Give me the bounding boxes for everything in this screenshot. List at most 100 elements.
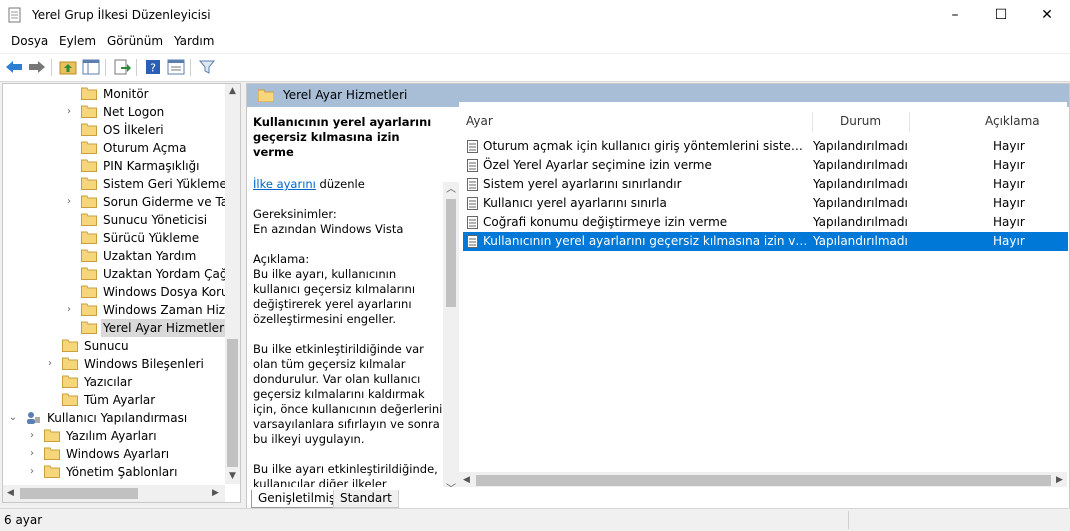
tree-item[interactable]: › Net Logon xyxy=(3,103,225,121)
chevron-right-icon[interactable]: › xyxy=(64,301,74,319)
tab-standard[interactable]: Standart xyxy=(333,490,399,508)
tree-item[interactable]: Sunucu Yöneticisi xyxy=(3,211,225,229)
chevron-right-icon[interactable]: › xyxy=(27,445,37,463)
tree-vertical-scrollbar[interactable]: ▲ ▼ xyxy=(225,84,240,484)
menu-action[interactable]: Eylem xyxy=(59,34,96,48)
folder-icon xyxy=(81,231,97,244)
tree-item[interactable]: › Yönetim Şablonları xyxy=(3,463,225,481)
policy-setting-icon xyxy=(467,235,478,248)
tree-item[interactable]: Uzaktan Yordam Çağrısı xyxy=(3,265,240,283)
policy-title: Kullanıcının yerel ayarlarını geçersiz k… xyxy=(253,115,432,159)
tree-item[interactable]: OS İlkeleri xyxy=(3,121,225,139)
tree-item[interactable]: Yazıcılar xyxy=(3,373,225,391)
toolbar: ? xyxy=(0,54,1070,82)
up-folder-icon[interactable] xyxy=(58,57,78,77)
menu-bar: Dosya Eylem Görünüm Yardım xyxy=(0,31,1070,54)
setting-row[interactable]: Coğrafi konumu değiştirmeye izin verme Ya… xyxy=(463,213,1068,232)
tree-item[interactable]: Sistem Geri Yükleme xyxy=(3,175,227,193)
policy-editor-icon xyxy=(8,7,21,23)
back-icon[interactable] xyxy=(4,57,24,77)
column-header-state[interactable]: Durum xyxy=(840,114,881,128)
chevron-right-icon[interactable]: › xyxy=(64,103,74,121)
policy-setting-icon xyxy=(467,178,478,191)
folder-icon xyxy=(81,213,97,226)
export-list-icon[interactable] xyxy=(112,57,132,77)
tree-item[interactable]: › Windows Ayarları xyxy=(3,445,225,463)
setting-row[interactable]: Oturum açmak için kullanıcı giriş yöntem… xyxy=(463,137,1068,156)
chevron-right-icon[interactable]: › xyxy=(45,355,55,373)
tree-scroll-thumb[interactable] xyxy=(227,339,238,467)
help-icon[interactable]: ? xyxy=(143,57,163,77)
tree-item-label: Uzaktan Yardım xyxy=(103,249,197,263)
tree-item[interactable]: › Sorun Giderme ve Tanı xyxy=(3,193,239,211)
setting-name: Özel Yerel Ayarlar seçimine izin verme xyxy=(483,158,712,172)
folder-icon xyxy=(44,447,60,460)
tree-item[interactable]: PIN Karmaşıklığı xyxy=(3,157,225,175)
properties-icon[interactable] xyxy=(166,57,186,77)
tree-item-label: Sorun Giderme ve Tanı xyxy=(103,195,240,209)
show-hide-tree-icon[interactable] xyxy=(81,57,101,77)
scroll-up-arrow-icon[interactable]: ▲ xyxy=(225,84,240,99)
folder-icon xyxy=(62,339,78,352)
column-header-setting[interactable]: Ayar xyxy=(466,114,493,128)
chevron-right-icon[interactable]: › xyxy=(27,427,37,445)
tree-item[interactable]: ⌄ Kullanıcı Yapılandırması xyxy=(3,409,225,427)
policy-setting-icon xyxy=(467,159,478,172)
tree-item-label: Monitör xyxy=(103,87,149,101)
forward-icon[interactable] xyxy=(27,57,47,77)
setting-comment: Hayır xyxy=(993,158,1025,172)
tree-item-label: Windows Ayarları xyxy=(66,447,170,461)
chevron-right-icon[interactable]: › xyxy=(64,193,74,211)
setting-comment: Hayır xyxy=(993,139,1025,153)
chevron-down-icon[interactable]: ⌄ xyxy=(8,409,18,427)
tree-item[interactable]: › Windows Bileşenleri xyxy=(3,355,225,373)
tree-item[interactable]: Monitör xyxy=(3,85,225,103)
toolbar-separator xyxy=(136,59,137,76)
setting-row[interactable]: Kullanıcının yerel ayarlarını geçersiz k… xyxy=(463,232,1068,251)
tree-item[interactable]: Sunucu xyxy=(3,337,225,355)
tree-item-label: Windows Bileşenleri xyxy=(84,357,204,371)
toolbar-separator xyxy=(190,59,191,76)
setting-comment: Hayır xyxy=(993,215,1025,229)
folder-icon xyxy=(81,159,97,172)
edit-policy-suffix: düzenle xyxy=(315,177,365,191)
setting-row[interactable]: Özel Yerel Ayarlar seçimine izin verme Ya… xyxy=(463,156,1068,175)
tree-item[interactable]: Sürücü Yükleme xyxy=(3,229,225,247)
tree-item[interactable]: Yerel Ayar Hizmetleri xyxy=(3,319,230,337)
chevron-right-icon[interactable]: › xyxy=(27,463,37,481)
column-divider[interactable] xyxy=(812,112,813,132)
scroll-right-arrow-icon[interactable]: ▶ xyxy=(208,485,223,502)
tree-item[interactable]: Oturum Açma xyxy=(3,139,225,157)
setting-row[interactable]: Kullanıcı yerel ayarlarını sınırla Yapıla… xyxy=(463,194,1068,213)
folder-icon xyxy=(62,393,78,406)
edit-policy-link[interactable]: İlke ayarını xyxy=(253,177,316,191)
description-scroll-thumb[interactable] xyxy=(446,199,456,307)
tree-item-label: Sürücü Yükleme xyxy=(103,231,200,245)
column-divider[interactable] xyxy=(909,112,910,132)
tree-item[interactable]: Tüm Ayarlar xyxy=(3,391,225,409)
tree-item[interactable]: › Windows Zaman Hizmeti xyxy=(3,301,240,319)
list-hscroll-thumb[interactable] xyxy=(476,475,1051,486)
tree-horizontal-scrollbar[interactable]: ◀ ▶ xyxy=(3,485,225,502)
tab-extended[interactable]: Genişletilmiş xyxy=(251,490,343,508)
tree-item[interactable]: Uzaktan Yardım xyxy=(3,247,225,265)
menu-help[interactable]: Yardım xyxy=(174,34,214,48)
tree-item-label: Yönetim Şablonları xyxy=(66,465,178,479)
minimize-button[interactable]: – xyxy=(932,0,978,31)
setting-comment: Hayır xyxy=(993,234,1025,248)
tree-item[interactable]: Windows Dosya Koruma xyxy=(3,283,240,301)
maximize-button[interactable]: ☐ xyxy=(978,0,1024,31)
column-header-comment[interactable]: Açıklama xyxy=(985,114,1040,128)
scroll-down-arrow-icon[interactable]: ▼ xyxy=(225,469,240,484)
close-button[interactable]: ✕ xyxy=(1024,0,1070,31)
tree-hscroll-thumb[interactable] xyxy=(20,488,138,499)
menu-view[interactable]: Görünüm xyxy=(107,34,163,48)
tree-item[interactable]: › Yazılım Ayarları xyxy=(3,427,225,445)
scroll-left-arrow-icon[interactable]: ◀ xyxy=(3,485,18,502)
setting-row[interactable]: Sistem yerel ayarlarını sınırlandır Yapıl… xyxy=(463,175,1068,194)
filter-icon[interactable] xyxy=(197,57,217,77)
chevron-up-icon[interactable]: ︿ xyxy=(443,182,459,197)
description-scrollbar[interactable]: ︿ ﹀ xyxy=(443,182,459,487)
setting-state: Yapılandırılmadı xyxy=(813,139,908,153)
menu-file[interactable]: Dosya xyxy=(11,34,48,48)
